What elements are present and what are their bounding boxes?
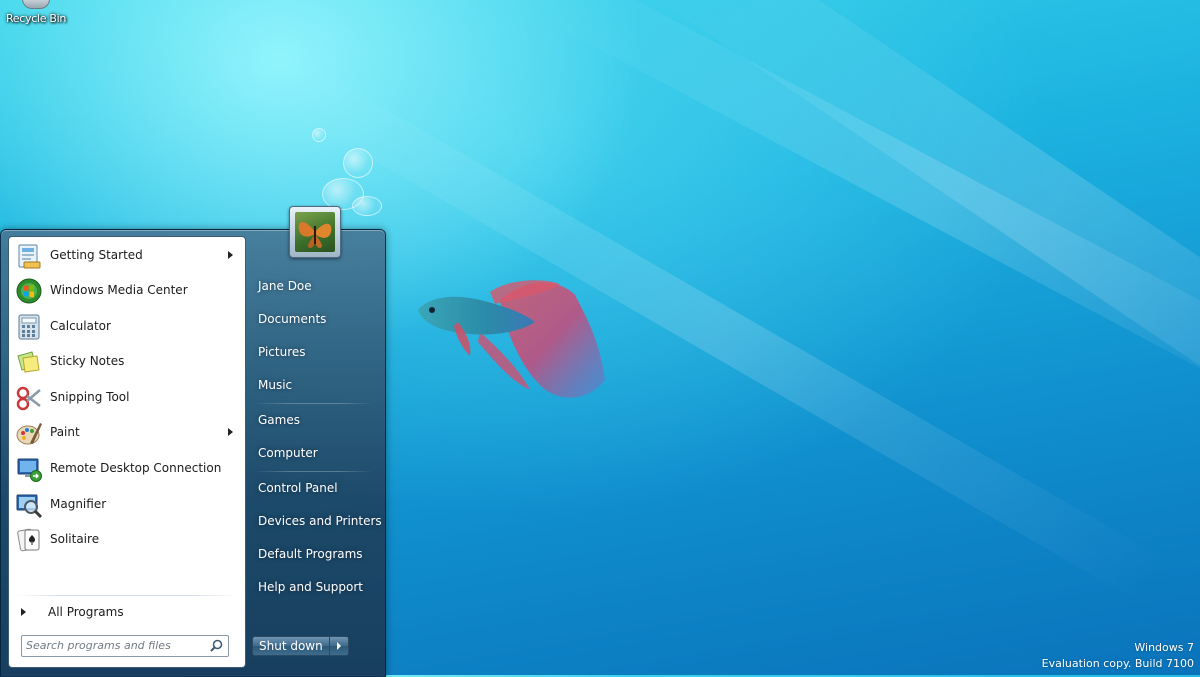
program-label: Windows Media Center: [50, 283, 188, 297]
snipping-tool-icon: [16, 386, 41, 411]
right-item-label: Games: [258, 413, 300, 427]
right-item-label: Default Programs: [258, 547, 363, 561]
recycle-bin-icon: [22, 0, 50, 9]
program-label: Sticky Notes: [50, 354, 125, 368]
butterfly-avatar-icon: [295, 212, 335, 252]
right-item-games[interactable]: Games: [250, 407, 378, 433]
sticky-notes-icon: [17, 351, 40, 373]
program-magnifier[interactable]: Magnifier: [11, 488, 243, 522]
solitaire-icon: [17, 528, 40, 552]
watermark-build: Evaluation copy. Build 7100: [1041, 657, 1194, 670]
right-item-user-folder[interactable]: Jane Doe: [250, 273, 378, 299]
right-item-label: Documents: [258, 312, 327, 326]
user-picture-button[interactable]: [289, 206, 341, 258]
separator: [254, 403, 374, 404]
program-solitaire[interactable]: Solitaire: [11, 523, 243, 557]
right-item-label: Devices and Printers: [258, 514, 382, 528]
recycle-bin-shortcut[interactable]: Recycle Bin: [4, 0, 68, 25]
right-item-label: Help and Support: [258, 580, 363, 594]
separator: [15, 595, 237, 596]
program-getting-started[interactable]: Getting Started: [11, 239, 243, 273]
program-windows-media-center[interactable]: Windows Media Center: [11, 274, 243, 308]
program-remote-desktop-connection[interactable]: Remote Desktop Connection: [11, 452, 243, 486]
paint-icon: [16, 423, 42, 445]
program-label: Magnifier: [50, 497, 107, 511]
all-programs-arrow-icon: [21, 608, 26, 616]
all-programs-label: All Programs: [48, 605, 124, 619]
evaluation-watermark: Windows 7 Evaluation copy. Build 7100: [1042, 640, 1194, 672]
program-calculator[interactable]: Calculator: [11, 310, 243, 344]
shutdown-button[interactable]: Shut down: [252, 636, 330, 656]
watermark-os-name: Windows 7: [1134, 641, 1194, 654]
getting-started-icon: [18, 244, 41, 269]
program-label: Calculator: [50, 319, 111, 333]
chevron-right-icon: [336, 642, 341, 650]
right-item-label: Computer: [258, 446, 318, 460]
separator: [254, 471, 374, 472]
right-item-music[interactable]: Music: [250, 372, 378, 398]
right-item-label: Control Panel: [258, 481, 338, 495]
program-label: Solitaire: [50, 532, 100, 546]
light-ray: [275, 60, 1167, 604]
remote-desktop-icon: [17, 458, 42, 482]
shutdown-control: Shut down: [252, 636, 349, 656]
program-snipping-tool[interactable]: Snipping Tool: [11, 381, 243, 415]
search-input[interactable]: [26, 637, 202, 653]
program-sticky-notes[interactable]: Sticky Notes: [11, 345, 243, 379]
bubble: [312, 128, 326, 142]
windows-media-center-icon: [16, 278, 42, 304]
submenu-arrow-icon[interactable]: [228, 251, 233, 259]
right-item-label: Jane Doe: [258, 279, 312, 293]
search-icon[interactable]: [210, 639, 223, 652]
right-item-computer[interactable]: Computer: [250, 440, 378, 466]
right-item-control-panel[interactable]: Control Panel: [250, 475, 378, 501]
right-item-help-and-support[interactable]: Help and Support: [250, 574, 378, 600]
program-label: Getting Started: [50, 248, 143, 262]
right-item-default-programs[interactable]: Default Programs: [250, 541, 378, 567]
program-label: Snipping Tool: [50, 390, 130, 404]
magnifier-icon: [16, 494, 43, 519]
all-programs-button[interactable]: All Programs: [11, 601, 243, 625]
program-label: Remote Desktop Connection: [50, 461, 222, 475]
search-box: [21, 635, 229, 657]
programs-pane: Getting Started Windows Media Center Cal…: [8, 236, 246, 668]
right-item-label: Pictures: [258, 345, 306, 359]
betta-fish-image: [418, 280, 605, 398]
right-item-documents[interactable]: Documents: [250, 306, 378, 332]
submenu-arrow-icon[interactable]: [228, 428, 233, 436]
bubble: [343, 148, 373, 178]
program-label: Paint: [50, 425, 80, 439]
recycle-bin-label: Recycle Bin: [5, 12, 67, 25]
start-menu: Getting Started Windows Media Center Cal…: [0, 206, 386, 677]
calculator-icon: [18, 314, 40, 340]
right-item-pictures[interactable]: Pictures: [250, 339, 378, 365]
right-item-devices-and-printers[interactable]: Devices and Printers: [250, 508, 382, 534]
right-item-label: Music: [258, 378, 293, 392]
shutdown-options-button[interactable]: [329, 636, 349, 656]
bubble: [352, 196, 382, 216]
program-paint[interactable]: Paint: [11, 416, 243, 450]
